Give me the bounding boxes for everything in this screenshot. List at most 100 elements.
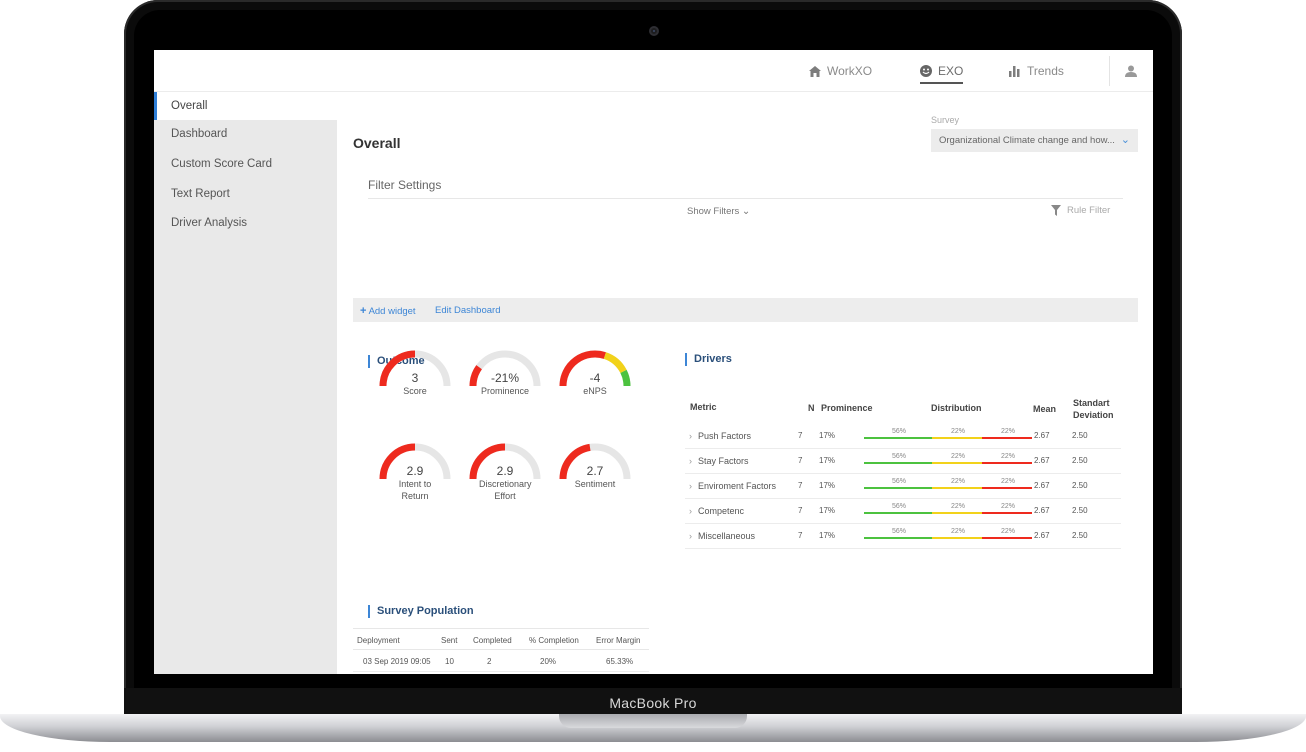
divider (368, 198, 1123, 199)
sidebar-item-custom-score-card[interactable]: Custom Score Card (154, 150, 337, 178)
chevron-right-icon[interactable]: › (689, 456, 692, 466)
driver-mean: 2.67 (1034, 531, 1050, 540)
gauge-label: Discretionary Effort (479, 479, 532, 501)
col-mean: Mean (1033, 404, 1057, 414)
cell-completion: 20% (540, 657, 557, 666)
rule-filter-button[interactable]: Rule Filter (1051, 205, 1110, 216)
topbar-divider (1109, 56, 1110, 86)
driver-sd: 2.50 (1072, 506, 1088, 515)
sidebar-item-dashboard[interactable]: Dashboard (154, 120, 337, 148)
chevron-right-icon[interactable]: › (689, 506, 692, 516)
table-row[interactable]: › Miscellaneous 7 17% 56% 22% 22% 2.67 2.50 (685, 524, 1121, 549)
chevron-down-icon: ⌄ (1120, 134, 1130, 146)
gauge-value: 2.9 (496, 464, 514, 478)
distribution-pct: 22% (951, 478, 966, 485)
add-widget-button[interactable]: + Add widget (360, 305, 416, 317)
table-row[interactable]: › Enviroment Factors 7 17% 56% 22% 22% 2.67 2.50 (685, 474, 1121, 499)
drivers-title: Drivers (685, 353, 732, 366)
home-icon (809, 65, 821, 77)
col-distribution: Distribution (931, 403, 982, 413)
dashboard-action-bar: + Add widget Edit Dashboard (353, 298, 1138, 322)
col-prominence: Prominence (821, 403, 873, 413)
driver-mean: 2.67 (1034, 506, 1050, 515)
gauge-value: 3 (411, 371, 419, 385)
driver-sd: 2.50 (1072, 431, 1088, 440)
driver-metric: Competenc (698, 506, 745, 516)
gauge-value: -4 (589, 371, 601, 385)
cell-deployment: 03 Sep 2019 09:05 (363, 657, 431, 666)
show-filters-label: Show Filters (687, 206, 740, 217)
distribution-bar (982, 537, 1032, 539)
plus-icon: + (360, 305, 367, 317)
funnel-icon (1051, 205, 1061, 216)
distribution-pct: 22% (951, 428, 966, 435)
edit-dashboard-link[interactable]: Edit Dashboard (435, 305, 500, 316)
device-mockup: WorkXO EXO Trends Overall Dashboard Cust… (0, 0, 1306, 752)
distribution-pct: 56% (892, 428, 907, 435)
nav-exo-label: EXO (938, 64, 964, 78)
device-brand: MacBook Pro (609, 695, 697, 711)
distribution-bar (932, 462, 982, 464)
chevron-right-icon[interactable]: › (689, 531, 692, 541)
driver-n: 7 (798, 531, 803, 540)
chevron-right-icon[interactable]: › (689, 481, 692, 491)
sidebar-item-driver-analysis[interactable]: Driver Analysis (154, 209, 337, 237)
sidebar-item-overall[interactable]: Overall (154, 92, 337, 120)
nav-workxo[interactable]: WorkXO (809, 64, 872, 78)
gauge-value: 2.9 (406, 464, 424, 478)
cell-completed: 2 (487, 657, 492, 666)
col-error-margin: Error Margin (596, 636, 641, 645)
col-metric: Metric (690, 402, 717, 412)
driver-metric: Miscellaneous (698, 531, 756, 541)
distribution-bar (982, 487, 1032, 489)
distribution-pct: 56% (892, 478, 907, 485)
gauge-discretionary-effort: 2.9 Discretionary Effort (465, 437, 545, 517)
distribution-pct: 22% (1001, 503, 1016, 510)
table-row[interactable]: › Stay Factors 7 17% 56% 22% 22% 2.67 2.50 (685, 449, 1121, 474)
col-deployment: Deployment (357, 636, 400, 645)
col-standard-deviation: Standart Deviation (1073, 398, 1114, 420)
smiley-icon (920, 65, 932, 77)
cell-error-margin: 65.33% (606, 657, 634, 666)
driver-n: 7 (798, 431, 803, 440)
gauge-label: Sentiment (574, 479, 616, 489)
gauge-label: Score (403, 386, 427, 396)
distribution-pct: 22% (1001, 478, 1016, 485)
distribution-bar (864, 512, 932, 514)
gauge-label: eNPS (583, 386, 607, 396)
distribution-pct: 22% (951, 453, 966, 460)
survey-select-value: Organizational Climate change and how... (939, 135, 1115, 146)
survey-label: Survey (931, 115, 960, 125)
driver-n: 7 (798, 456, 803, 465)
driver-metric: Push Factors (698, 431, 752, 441)
distribution-pct: 22% (1001, 528, 1016, 535)
user-menu[interactable] (1125, 64, 1137, 82)
show-filters-toggle[interactable]: Show Filters ⌄ (687, 206, 750, 217)
driver-prominence: 17% (819, 431, 836, 440)
gauge-intent-to-return: 2.9 Intent to Return (375, 437, 455, 517)
driver-mean: 2.67 (1034, 431, 1050, 440)
gauge-value: 2.7 (586, 464, 604, 478)
chevron-right-icon[interactable]: › (689, 431, 692, 441)
survey-select[interactable]: Organizational Climate change and how...… (931, 129, 1138, 152)
sidebar-item-text-report[interactable]: Text Report (154, 180, 337, 208)
driver-prominence: 17% (819, 481, 836, 490)
driver-n: 7 (798, 481, 803, 490)
nav-exo[interactable]: EXO (920, 64, 964, 84)
camera-icon (649, 26, 659, 36)
distribution-bar (864, 437, 932, 439)
distribution-bar (982, 462, 1032, 464)
nav-trends[interactable]: Trends (1009, 64, 1064, 78)
gauge-enps: -4 eNPS (555, 344, 635, 424)
sidebar: Overall Dashboard Custom Score Card Text… (154, 92, 337, 674)
population-table-header: Deployment Sent Completed % Completion E… (353, 628, 649, 650)
table-row[interactable]: › Push Factors 7 17% 56% 22% 22% 2.67 2.50 (685, 424, 1121, 449)
col-n: N (808, 403, 815, 413)
distribution-pct: 22% (951, 528, 966, 535)
gauge-prominence: -21% Prominence (465, 344, 545, 424)
distribution-bar (932, 537, 982, 539)
table-row[interactable]: › Competenc 7 17% 56% 22% 22% 2.67 2.50 (685, 499, 1121, 524)
distribution-bar (864, 487, 932, 489)
cell-sent: 10 (445, 657, 454, 666)
page-title: Overall (353, 135, 401, 151)
